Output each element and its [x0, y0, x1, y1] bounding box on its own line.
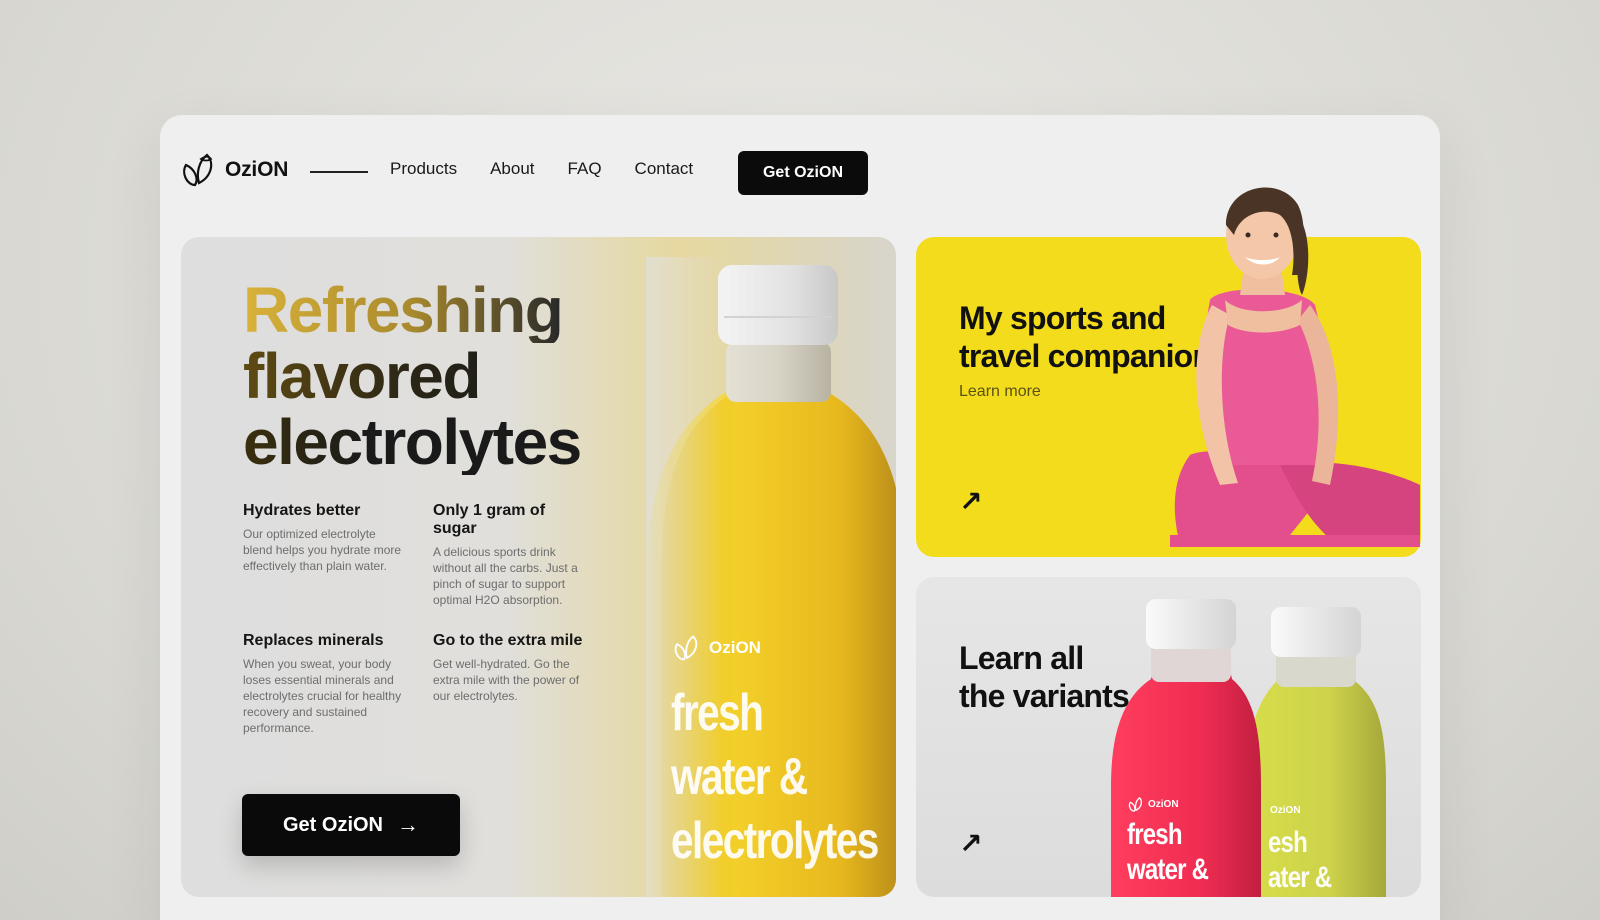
feature-title: Replaces minerals — [243, 632, 384, 649]
brand-logo[interactable]: OziON — [181, 153, 288, 187]
red-bottle-brand-text: OziON — [1148, 799, 1179, 810]
feature-title: Hydrates better — [243, 502, 361, 519]
arrow-right-icon: → — [397, 812, 419, 837]
red-bottle-label-line: fresh — [1127, 818, 1182, 851]
hero-title: Refreshing flavored electrolytes — [243, 277, 663, 475]
leaf-logo-icon — [183, 153, 213, 187]
variants-card-title: Learn all the variants — [959, 639, 1130, 715]
variants-card-title-line: the variants — [959, 678, 1130, 714]
bottle-label-line: electrolytes — [671, 812, 879, 870]
hero-title-line: flavored — [243, 343, 663, 409]
variants-card[interactable]: Learn all the variants OziON fresh water… — [916, 577, 1421, 897]
learn-more-link[interactable]: Learn more — [959, 383, 1041, 401]
page-frame: OziON Products About FAQ Contact Get Ozi… — [160, 115, 1440, 920]
feature-minerals: Replaces minerals When you sweat, your b… — [243, 632, 403, 736]
bottle-label-line: water & — [671, 748, 808, 806]
feature-title: Only 1 gram of sugar — [433, 502, 546, 537]
feature-text: A delicious sports drink without all the… — [433, 545, 578, 607]
arrow-up-right-icon[interactable]: ↗ — [959, 485, 982, 518]
hero-get-ozion-button[interactable]: Get OziON → — [242, 794, 460, 856]
feature-text: Get well-hydrated. Go the extra mile wit… — [433, 657, 580, 703]
feature-title: Go to the extra mile — [433, 632, 583, 649]
nav-faq[interactable]: FAQ — [568, 159, 602, 179]
hero-card: OziON fresh water & electrolytes Refresh… — [181, 237, 896, 897]
variants-card-title-line: Learn all — [959, 640, 1084, 676]
main-nav: Products About FAQ Contact — [390, 159, 693, 179]
leaf-logo-icon — [674, 635, 698, 661]
green-bottle-label: esh ater & — [1268, 825, 1332, 895]
feature-text: When you sweat, your body loses essentia… — [243, 657, 402, 735]
arrow-up-right-icon[interactable]: ↗ — [959, 827, 982, 860]
red-bottle-brand: OziON — [1128, 797, 1179, 812]
bottle-label-line: fresh — [671, 684, 764, 742]
bottle-brand: OziON — [673, 635, 761, 661]
leaf-logo-icon — [1128, 797, 1143, 812]
hero-title-line: Refreshing — [243, 277, 663, 343]
red-bottle-label-line: water & — [1127, 853, 1209, 886]
hero-title-line: electrolytes — [243, 409, 663, 475]
brand-name: OziON — [225, 158, 289, 181]
nav-divider — [310, 171, 368, 173]
feature-sugar: Only 1 gram of sugar A delicious sports … — [433, 502, 593, 608]
green-bottle-label-line: esh — [1268, 826, 1308, 859]
nav-get-ozion-button[interactable]: Get OziON — [738, 151, 868, 195]
hero-cta-label: Get OziON — [282, 813, 383, 836]
nav-about[interactable]: About — [490, 159, 534, 179]
green-bottle-brand-text: OziON — [1270, 805, 1301, 816]
feature-hydrates: Hydrates better Our optimized electrolyt… — [243, 502, 403, 574]
bottle-label: fresh water & electrolytes — [671, 681, 879, 873]
woman-athlete-image — [1170, 187, 1420, 547]
nav-products[interactable]: Products — [390, 159, 457, 179]
green-bottle-label-line: ater & — [1268, 861, 1332, 894]
bottle-brand-text: OziON — [709, 638, 761, 657]
red-bottle-label: fresh water & — [1127, 817, 1209, 887]
nav-contact[interactable]: Contact — [635, 159, 694, 179]
feature-extra-mile: Go to the extra mile Get well-hydrated. … — [433, 632, 593, 704]
feature-text: Our optimized electrolyte blend helps yo… — [243, 527, 402, 573]
